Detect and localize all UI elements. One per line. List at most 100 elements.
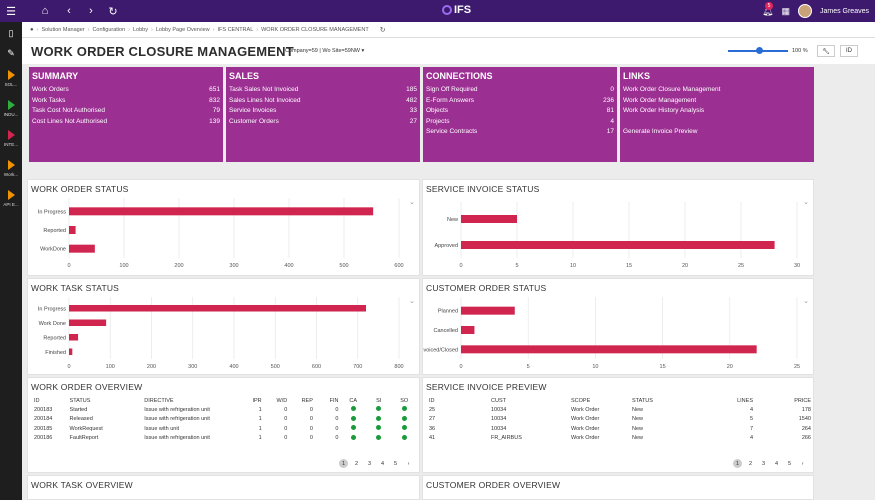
table-row[interactable]: 200184 Released Issue with refrigeration… — [32, 415, 417, 425]
page-button[interactable]: 2 — [352, 459, 361, 468]
page-button[interactable]: 1 — [339, 459, 348, 468]
sales-tile[interactable]: SALES Task Sales Not Invoiced 185 Sales L… — [226, 67, 420, 162]
rail-item-indu[interactable]: INDU... — [0, 98, 22, 128]
column-header[interactable]: SCOPE — [569, 396, 630, 405]
table-row[interactable]: 200185 WorkRequest Issue with unit 1 0 0… — [32, 424, 417, 434]
column-header[interactable]: REP — [289, 396, 315, 405]
wrench-button[interactable]: 🔧︎ — [817, 45, 835, 57]
bar — [69, 207, 374, 216]
calendar-icon[interactable]: ▦ — [781, 6, 790, 17]
page-button[interactable]: 1 — [733, 459, 742, 468]
tile-row[interactable]: Work Tasks 832 — [32, 96, 220, 107]
column-header[interactable]: W/D — [264, 396, 290, 405]
page-button[interactable]: 4 — [772, 459, 781, 468]
breadcrumb-item: WORK ORDER CLOSURE MANAGEMENT — [261, 26, 369, 33]
bookmark-icon[interactable]: ▯ — [0, 28, 22, 48]
tile-row[interactable]: Service Invoices 33 — [229, 106, 417, 117]
home-icon[interactable]: ⌂ — [34, 0, 56, 22]
tile-row[interactable]: Sales Lines Not Invoiced 482 — [229, 96, 417, 107]
column-header[interactable]: CUST — [489, 396, 569, 405]
rail-item-api[interactable]: API E... — [0, 188, 22, 218]
column-header[interactable]: STATUS — [68, 396, 143, 405]
breadcrumb-item[interactable]: Lobby Page Overview — [156, 27, 210, 33]
table-row[interactable]: 25 10034 Work Order New 4 178 — [427, 405, 813, 415]
cell-id: 200183 — [34, 406, 53, 413]
context-selector[interactable]: Company=59 | Wo Site=59NW ▾ — [285, 48, 364, 54]
column-header[interactable]: IPR — [244, 396, 264, 405]
cell-directive: Issue with refrigeration unit — [144, 435, 210, 442]
rail-item-sol[interactable]: SOL... — [0, 68, 22, 98]
category-label: Approved — [434, 243, 458, 249]
column-header[interactable]: SO — [391, 396, 417, 405]
column-header[interactable]: SI — [366, 396, 391, 405]
tile-row[interactable]: Work Orders 651 — [32, 85, 220, 96]
breadcrumb-item[interactable]: Lobby — [133, 27, 148, 33]
crumb-separator: › — [36, 26, 39, 33]
column-header[interactable]: STATUS — [630, 396, 710, 405]
tile-row[interactable]: Cost Lines Not Authorised 139 — [32, 117, 220, 128]
back-arrow-icon[interactable]: ‹ — [58, 0, 80, 22]
next-page-icon[interactable]: › — [404, 459, 413, 468]
tile-row[interactable]: Projects 4 — [426, 117, 614, 128]
breadcrumb-item[interactable]: Solution Manager — [41, 27, 84, 33]
column-header[interactable]: ID — [427, 396, 489, 405]
page-button[interactable]: 3 — [759, 459, 768, 468]
table-row[interactable]: 200186 FaultReport Issue with refrigerat… — [32, 434, 417, 444]
connections-tile[interactable]: CONNECTIONS Sign Off Required 0 E-Form An… — [423, 67, 617, 162]
breadcrumb-item[interactable]: Configuration — [92, 27, 125, 33]
cell-status: New — [632, 406, 644, 413]
breadcrumb-item[interactable]: IFS CENTRAL — [218, 27, 254, 33]
column-header[interactable]: LINES — [710, 396, 755, 405]
column-header[interactable]: CA — [340, 396, 366, 405]
table-row[interactable]: 41 FR_AIRBUS Work Order New 4 266 — [427, 434, 813, 444]
column-header[interactable]: PRICE — [755, 396, 813, 405]
cell-fin: 0 — [335, 425, 339, 432]
tick-label: 300 — [188, 364, 197, 370]
link-item[interactable]: Work Order Closure Management — [623, 85, 811, 96]
table-row[interactable]: 27 10034 Work Order New 5 1540 — [427, 415, 813, 425]
column-header[interactable]: FIN — [315, 396, 341, 405]
id-button[interactable]: ID — [840, 45, 858, 57]
pencil-icon[interactable]: ✎ — [0, 48, 22, 68]
refresh-icon[interactable]: ↻ — [380, 26, 386, 34]
page-button[interactable]: 2 — [746, 459, 755, 468]
page-button[interactable]: 5 — [785, 459, 794, 468]
rail-item-work[interactable]: Work... — [0, 158, 22, 188]
page-button[interactable]: 5 — [391, 459, 400, 468]
column-header[interactable]: DIRECTIVE — [142, 396, 244, 405]
link-item[interactable]: Work Order Management — [623, 96, 811, 107]
home-icon[interactable]: ● — [30, 27, 34, 33]
tile-row[interactable]: Service Contracts 17 — [426, 127, 614, 138]
link-item[interactable]: Work Order History Analysis — [623, 106, 811, 117]
tile-row[interactable]: E-Form Answers 236 — [426, 96, 614, 107]
status-dot-icon — [376, 406, 382, 412]
tick-label: 100 — [119, 263, 128, 269]
cell-lines: 5 — [749, 416, 753, 423]
table-row[interactable]: 36 10034 Work Order New 7 264 — [427, 424, 813, 434]
tile-row[interactable]: Objects 81 — [426, 106, 614, 117]
hamburger-menu-icon[interactable]: ☰ — [0, 0, 22, 22]
column-header[interactable]: ID — [32, 396, 68, 405]
tile-row[interactable]: Task Cost Not Authorised 79 — [32, 106, 220, 117]
forward-arrow-icon[interactable]: › — [80, 0, 102, 22]
avatar[interactable] — [797, 4, 812, 18]
tile-row[interactable]: Task Sales Not Invoiced 185 — [229, 85, 417, 96]
status-dot-icon — [350, 406, 356, 412]
link-item[interactable]: Generate Invoice Preview — [623, 127, 811, 138]
page-button[interactable]: 3 — [365, 459, 374, 468]
zoom-slider-handle[interactable] — [756, 47, 763, 54]
summary-tile[interactable]: SUMMARY Work Orders 651 Work Tasks 832 Tas… — [29, 67, 223, 162]
rail-item-inte[interactable]: INTE... — [0, 128, 22, 158]
cell-directive: Issue with unit — [144, 425, 180, 432]
cell-ipr: 1 — [258, 406, 262, 413]
user-name[interactable]: James Greaves — [820, 8, 869, 15]
table-row[interactable]: 200183 Started Issue with refrigeration … — [32, 405, 417, 415]
refresh-icon[interactable]: ↻ — [102, 0, 124, 22]
work-order-status-panel: WORK ORDER STATUS ⌄ 0 100 200 300 400 500 600 I… — [27, 179, 420, 276]
page-button[interactable]: 4 — [378, 459, 387, 468]
tick-label: 0 — [67, 263, 70, 269]
tile-row[interactable]: Customer Orders 27 — [229, 117, 417, 128]
tile-row[interactable]: Sign Off Required 0 — [426, 85, 614, 96]
next-page-icon[interactable]: › — [798, 459, 807, 468]
cell-scope: Work Order — [571, 425, 600, 432]
